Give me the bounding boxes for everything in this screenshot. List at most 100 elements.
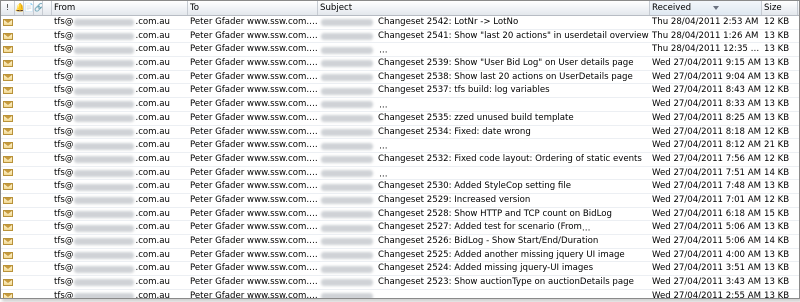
message-row[interactable]: tfs@ .com.au Peter Gfader www.ssw.com.au Ch…: [1, 208, 799, 222]
message-row[interactable]: tfs@ .com.au Peter Gfader www.ssw.com.au Ch…: [1, 167, 799, 181]
from-cell: tfs@ .com.au: [52, 16, 188, 29]
redacted-project-name: [321, 19, 373, 27]
redacted-domain: [74, 238, 135, 246]
message-row[interactable]: tfs@ .com.au Peter Gfader www.ssw.com.au Ch…: [1, 43, 799, 58]
message-row[interactable]: tfs@ .com.au Peter Gfader www.ssw.com.au Ch…: [1, 153, 799, 167]
header-importance-icon[interactable]: !: [1, 1, 15, 15]
icon-spacer-cell: [43, 167, 52, 180]
message-row[interactable]: tfs@ .com.au Peter Gfader www.ssw.com.au Ch…: [1, 249, 799, 263]
to-cell: Peter Gfader www.ssw.com.au: [190, 249, 318, 260]
icon-spacer-cell: [34, 71, 43, 84]
message-row[interactable]: tfs@ .com.au Peter Gfader www.ssw.com.au Ch…: [1, 30, 799, 44]
message-type-cell: [1, 180, 15, 193]
icon-spacer-cell: [15, 16, 24, 29]
redacted-project-name: [321, 238, 373, 246]
from-prefix: tfs@: [54, 99, 74, 110]
message-row[interactable]: tfs@ .com.au Peter Gfader www.ssw.com.au Ch…: [1, 262, 799, 277]
from-prefix: tfs@: [54, 249, 74, 260]
size-cell: 13 KB: [764, 71, 790, 82]
header-to[interactable]: To: [188, 1, 318, 15]
redacted-project-name: [321, 101, 373, 109]
redacted-project-name: [321, 46, 373, 54]
header-from[interactable]: From: [52, 1, 188, 15]
icon-spacer-cell: [24, 112, 34, 125]
subject-cell: Changeset 2533: Refa: Fixed code layout …: [318, 139, 650, 152]
message-row[interactable]: tfs@ .com.au Peter Gfader www.ssw.com.au Ch…: [1, 112, 799, 126]
message-row[interactable]: tfs@ .com.au Peter Gfader www.ssw.com.au Ch…: [1, 235, 799, 249]
icon-spacer-cell: [34, 221, 43, 234]
message-row[interactable]: tfs@ .com.au Peter Gfader www.ssw.com.au Ch…: [1, 194, 799, 208]
from-cell: tfs@ .com.au: [52, 126, 188, 139]
size-cell: 14 KB: [764, 236, 790, 246]
header-flag-spacer[interactable]: [43, 1, 52, 15]
header-reminder-icon[interactable]: 🔔: [15, 1, 24, 15]
icon-spacer-cell: [15, 30, 24, 43]
received-cell: Thu 28/04/2011 2:53 AM: [652, 17, 759, 27]
icon-spacer-cell: [24, 221, 34, 234]
message-row[interactable]: tfs@ .com.au Peter Gfader www.ssw.com.au Ch…: [1, 290, 799, 299]
from-suffix: .com.au: [135, 112, 170, 123]
subject-cell: Changeset 2527: Added test for scenario …: [318, 221, 650, 234]
from-prefix: tfs@: [54, 222, 74, 233]
from-suffix: .com.au: [135, 167, 170, 178]
from-suffix: .com.au: [135, 85, 170, 96]
icon-spacer-cell: [15, 139, 24, 152]
redacted-domain: [74, 74, 135, 82]
subject-cell: Changeset 2535: zzed unused build templa…: [318, 112, 650, 125]
message-row[interactable]: tfs@ .com.au Peter Gfader www.ssw.com.au Ch…: [1, 16, 799, 30]
icon-spacer-cell: [34, 276, 43, 289]
icon-spacer-cell: [15, 71, 24, 84]
message-row[interactable]: tfs@ .com.au Peter Gfader www.ssw.com.au Ch…: [1, 221, 799, 235]
icon-spacer-cell: [15, 208, 24, 221]
redacted-text: [582, 224, 650, 232]
header-icon-column[interactable]: 📄: [24, 1, 34, 15]
from-cell: tfs@ .com.au: [52, 276, 188, 289]
redacted-domain: [74, 60, 135, 68]
header-size[interactable]: Size: [762, 1, 798, 15]
size-cell: 13 KB: [764, 44, 790, 55]
to-cell: Peter Gfader www.ssw.com.au: [190, 99, 318, 110]
received-cell: Wed 27/04/2011 3:51 AM: [652, 263, 762, 274]
received-cell: Wed 27/04/2011 5:06 AM: [652, 236, 762, 246]
to-cell: Peter Gfader www.ssw.com.au: [190, 208, 318, 219]
message-row[interactable]: tfs@ .com.au Peter Gfader www.ssw.com.au Ch…: [1, 84, 799, 99]
received-cell: Wed 27/04/2011 8:43 AM: [652, 85, 762, 96]
envelope-icon: [3, 196, 13, 204]
subject-cell: Changeset 2529: Increased version: [318, 194, 650, 207]
icon-spacer-cell: [34, 57, 43, 70]
subject-cell: Changeset 2537: tfs build: log variables: [318, 84, 650, 97]
size-cell: 12 KB: [764, 85, 790, 96]
from-suffix: .com.au: [135, 277, 170, 288]
from-prefix: tfs@: [54, 112, 74, 123]
icon-spacer-cell: [43, 194, 52, 207]
icon-spacer-cell: [34, 180, 43, 193]
icon-spacer-cell: [15, 98, 24, 111]
message-row[interactable]: tfs@ .com.au Peter Gfader www.ssw.com.au Ch…: [1, 180, 799, 194]
icon-spacer-cell: [15, 290, 24, 298]
header-attachment-icon[interactable]: 🔗: [34, 1, 43, 15]
icon-spacer-cell: [43, 16, 52, 29]
size-cell: 13 KB: [764, 277, 790, 288]
from-suffix: .com.au: [135, 44, 170, 55]
message-row[interactable]: tfs@ .com.au Peter Gfader www.ssw.com.au Ch…: [1, 276, 799, 290]
subject-cell: Changeset 2526: BidLog - Show Start/End/…: [318, 235, 650, 248]
size-cell: 12 KB: [764, 194, 790, 205]
redacted-domain: [74, 210, 135, 218]
message-row[interactable]: tfs@ .com.au Peter Gfader www.ssw.com.au Ch…: [1, 139, 799, 153]
header-subject[interactable]: Subject: [318, 1, 650, 15]
to-cell: Peter Gfader www.ssw.com.au: [190, 140, 318, 151]
message-type-cell: [1, 16, 15, 29]
received-cell: Wed 27/04/2011 2:55 AM: [652, 290, 762, 299]
message-row[interactable]: tfs@ .com.au Peter Gfader www.ssw.com.au Ch…: [1, 71, 799, 85]
message-row[interactable]: tfs@ .com.au Peter Gfader www.ssw.com.au Ch…: [1, 98, 799, 112]
message-row[interactable]: tfs@ .com.au Peter Gfader www.ssw.com.au Ch…: [1, 57, 799, 71]
subject-cell: Changeset 2531: Fixed: Code layout: inva…: [318, 167, 650, 180]
received-cell: Wed 27/04/2011 5:06 AM: [652, 222, 762, 233]
from-suffix: .com.au: [135, 181, 170, 192]
subject-text: Changeset 2533: Refa: Fixed code layout …: [378, 140, 650, 151]
icon-spacer-cell: [34, 167, 43, 180]
redacted-domain: [74, 87, 135, 95]
subject-text: Changeset 2524: Added missing jquery-UI …: [378, 263, 594, 274]
header-received[interactable]: Received: [650, 1, 762, 15]
message-row[interactable]: tfs@ .com.au Peter Gfader www.ssw.com.au Ch…: [1, 126, 799, 140]
